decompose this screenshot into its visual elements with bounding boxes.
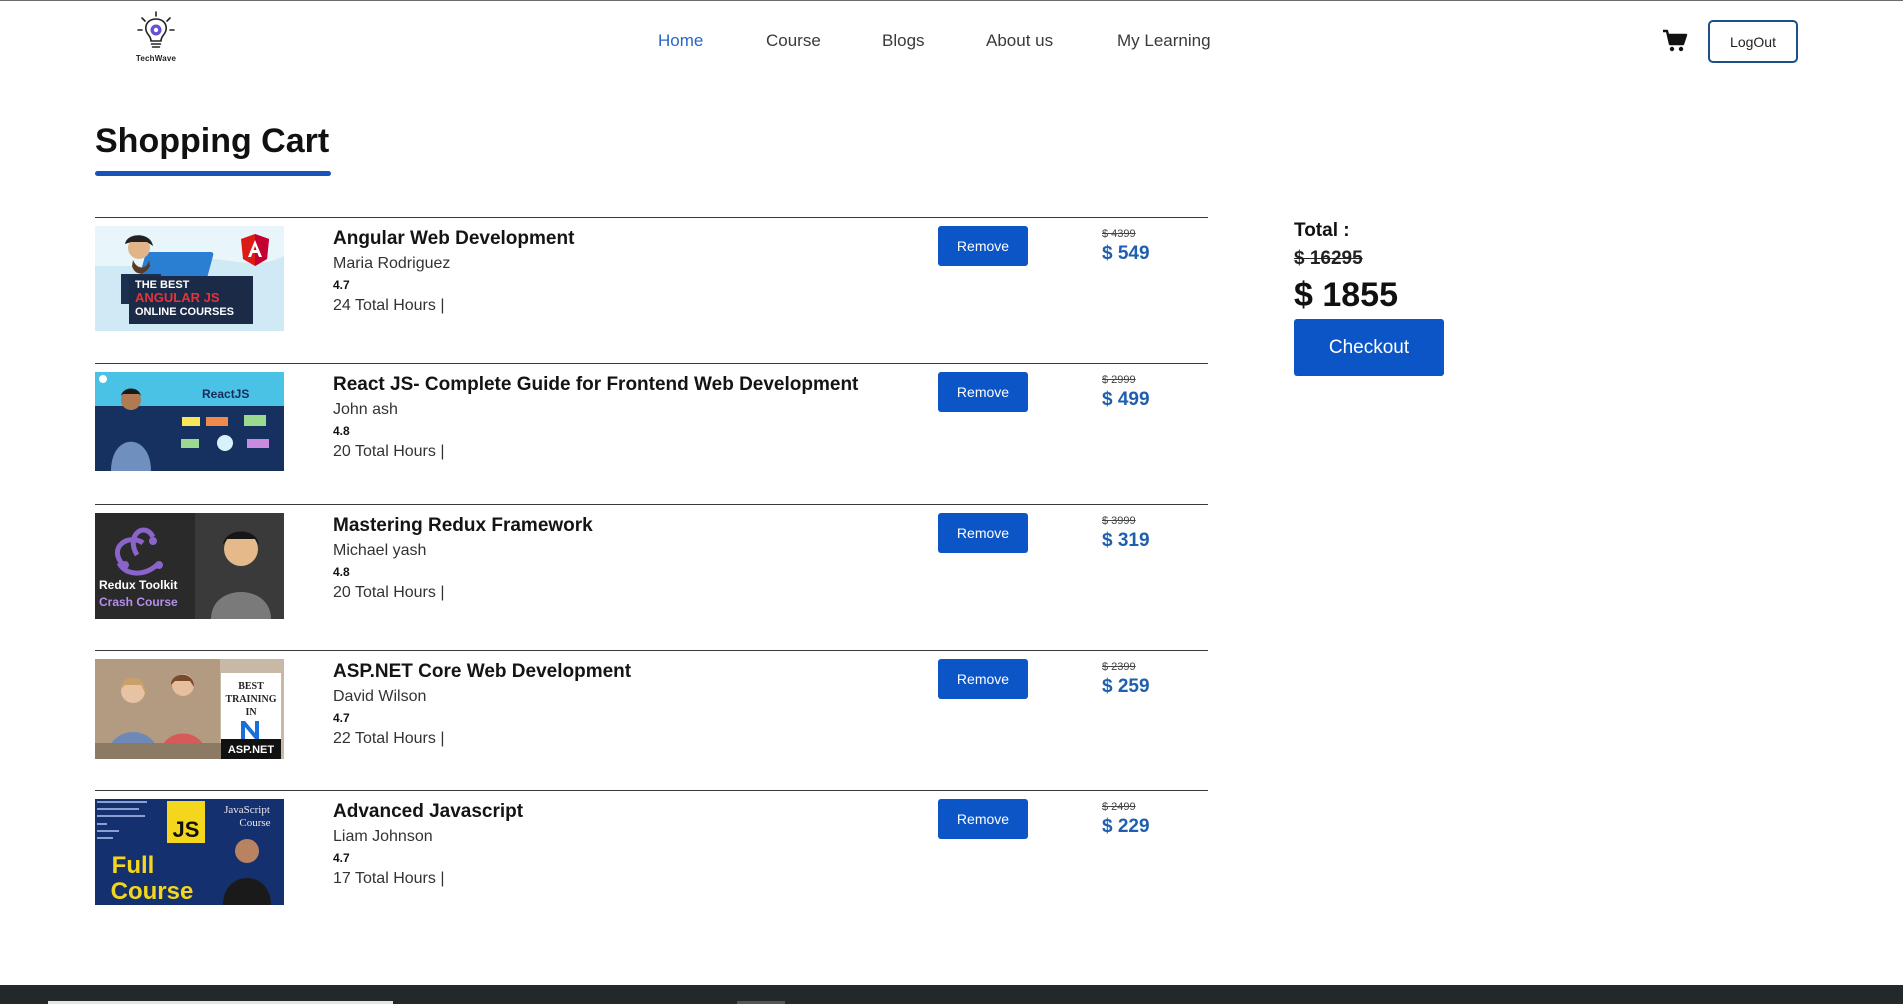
thumb-label: Course [111, 878, 194, 905]
thumb-label: BEST [238, 681, 264, 692]
price-box: $ 4399 $ 549 [1102, 228, 1150, 265]
course-hours: 20 Total Hours | [333, 584, 445, 601]
course-thumbnail[interactable]: THE BEST ANGULAR JS ONLINE COURSES [95, 226, 284, 331]
price-box: $ 2399 $ 259 [1102, 661, 1150, 698]
course-rating: 4.7 [333, 851, 350, 865]
remove-button[interactable]: Remove [938, 659, 1028, 699]
course-thumbnail[interactable]: BEST TRAINING IN ASP.NET [95, 659, 284, 759]
course-author: David Wilson [333, 688, 427, 705]
original-total: $ 16295 [1294, 248, 1363, 269]
thumb-label: JS [173, 817, 200, 842]
checkout-button[interactable]: Checkout [1294, 319, 1444, 376]
course-rating: 4.8 [333, 565, 350, 579]
sale-price: $ 499 [1102, 389, 1150, 410]
original-price: $ 2999 [1102, 374, 1136, 386]
thumb-label: Crash Course [99, 595, 178, 609]
course-rating: 4.8 [333, 424, 350, 438]
footer [0, 985, 1903, 1004]
nav-home[interactable]: Home [658, 31, 703, 51]
course-rating: 4.7 [333, 711, 350, 725]
course-rating: 4.7 [333, 278, 350, 292]
cart-item: THE BEST ANGULAR JS ONLINE COURSES Angul… [95, 217, 1208, 363]
header: TechWave Home Course Blogs About us My L… [0, 1, 1903, 81]
brand-logo[interactable]: TechWave [128, 11, 184, 71]
course-hours: 24 Total Hours | [333, 297, 445, 314]
remove-button[interactable]: Remove [938, 799, 1028, 839]
course-title[interactable]: Angular Web Development [333, 228, 574, 250]
original-price: $ 2399 [1102, 661, 1136, 673]
thumb-label: Full [112, 852, 155, 879]
course-title[interactable]: React JS- Complete Guide for Frontend We… [333, 374, 858, 396]
course-title[interactable]: Mastering Redux Framework [333, 515, 593, 537]
course-title[interactable]: ASP.NET Core Web Development [333, 661, 631, 683]
cart-item: Redux Toolkit Crash Course Mastering Red… [95, 504, 1208, 650]
lightbulb-icon [137, 11, 175, 48]
original-price: $ 3999 [1102, 515, 1136, 527]
thumb-label: ONLINE COURSES [135, 306, 234, 318]
shopping-cart-icon[interactable] [1662, 29, 1688, 53]
course-author: John ash [333, 401, 398, 418]
course-author: Maria Rodriguez [333, 255, 451, 272]
order-summary: Total : $ 16295 $ 1855 Checkout [1294, 220, 1444, 376]
course-title[interactable]: Advanced Javascript [333, 801, 523, 823]
final-total: $ 1855 [1294, 276, 1398, 314]
cart-item: JS JavaScript Course Full Course Advance… [95, 790, 1208, 920]
price-box: $ 2499 $ 229 [1102, 801, 1150, 838]
thumb-label: IN [245, 707, 257, 718]
sale-price: $ 229 [1102, 816, 1150, 837]
thumb-label: Course [239, 817, 270, 829]
nav-blogs[interactable]: Blogs [882, 31, 925, 51]
thumb-label: ANGULAR JS [135, 290, 220, 305]
thumb-label: TRAINING [225, 694, 276, 705]
original-price: $ 2499 [1102, 801, 1136, 813]
course-info: Angular Web Development Maria Rodriguez … [333, 228, 574, 315]
nav-course[interactable]: Course [766, 31, 821, 51]
sale-price: $ 549 [1102, 243, 1150, 264]
course-hours: 20 Total Hours | [333, 443, 445, 460]
page-title: Shopping Cart [95, 122, 330, 160]
remove-button[interactable]: Remove [938, 513, 1028, 553]
sale-price: $ 319 [1102, 530, 1150, 551]
course-info: Advanced Javascript Liam Johnson 4.7 17 … [333, 801, 523, 888]
course-thumbnail[interactable]: ReactJS [95, 372, 284, 471]
thumb-label: ReactJS [202, 387, 249, 401]
cart-item: BEST TRAINING IN ASP.NET ASP.NET Core We… [95, 650, 1208, 790]
sale-price: $ 259 [1102, 676, 1150, 697]
course-thumbnail[interactable]: Redux Toolkit Crash Course [95, 513, 284, 619]
remove-button[interactable]: Remove [938, 372, 1028, 412]
title-underline [95, 171, 331, 176]
price-box: $ 2999 $ 499 [1102, 374, 1150, 411]
course-info: Mastering Redux Framework Michael yash 4… [333, 515, 593, 602]
course-info: React JS- Complete Guide for Frontend We… [333, 374, 858, 461]
course-hours: 22 Total Hours | [333, 730, 445, 747]
course-info: ASP.NET Core Web Development David Wilso… [333, 661, 631, 748]
nav-about-us[interactable]: About us [986, 31, 1053, 51]
logout-button[interactable]: LogOut [1708, 20, 1798, 63]
total-label: Total : [1294, 220, 1350, 241]
cart-item: ReactJS React JS- Complete Guide for Fro… [95, 363, 1208, 504]
course-author: Michael yash [333, 542, 427, 559]
course-hours: 17 Total Hours | [333, 870, 445, 887]
original-price: $ 4399 [1102, 228, 1136, 240]
cart-list: THE BEST ANGULAR JS ONLINE COURSES Angul… [95, 217, 1208, 920]
nav-my-learning[interactable]: My Learning [1117, 31, 1211, 51]
thumb-label: JavaScript [224, 804, 270, 816]
brand-name: TechWave [135, 54, 177, 63]
course-thumbnail[interactable]: JS JavaScript Course Full Course [95, 799, 284, 905]
remove-button[interactable]: Remove [938, 226, 1028, 266]
course-author: Liam Johnson [333, 828, 433, 845]
price-box: $ 3999 $ 319 [1102, 515, 1150, 552]
thumb-label: ASP.NET [228, 744, 275, 756]
thumb-label: Redux Toolkit [99, 578, 177, 592]
